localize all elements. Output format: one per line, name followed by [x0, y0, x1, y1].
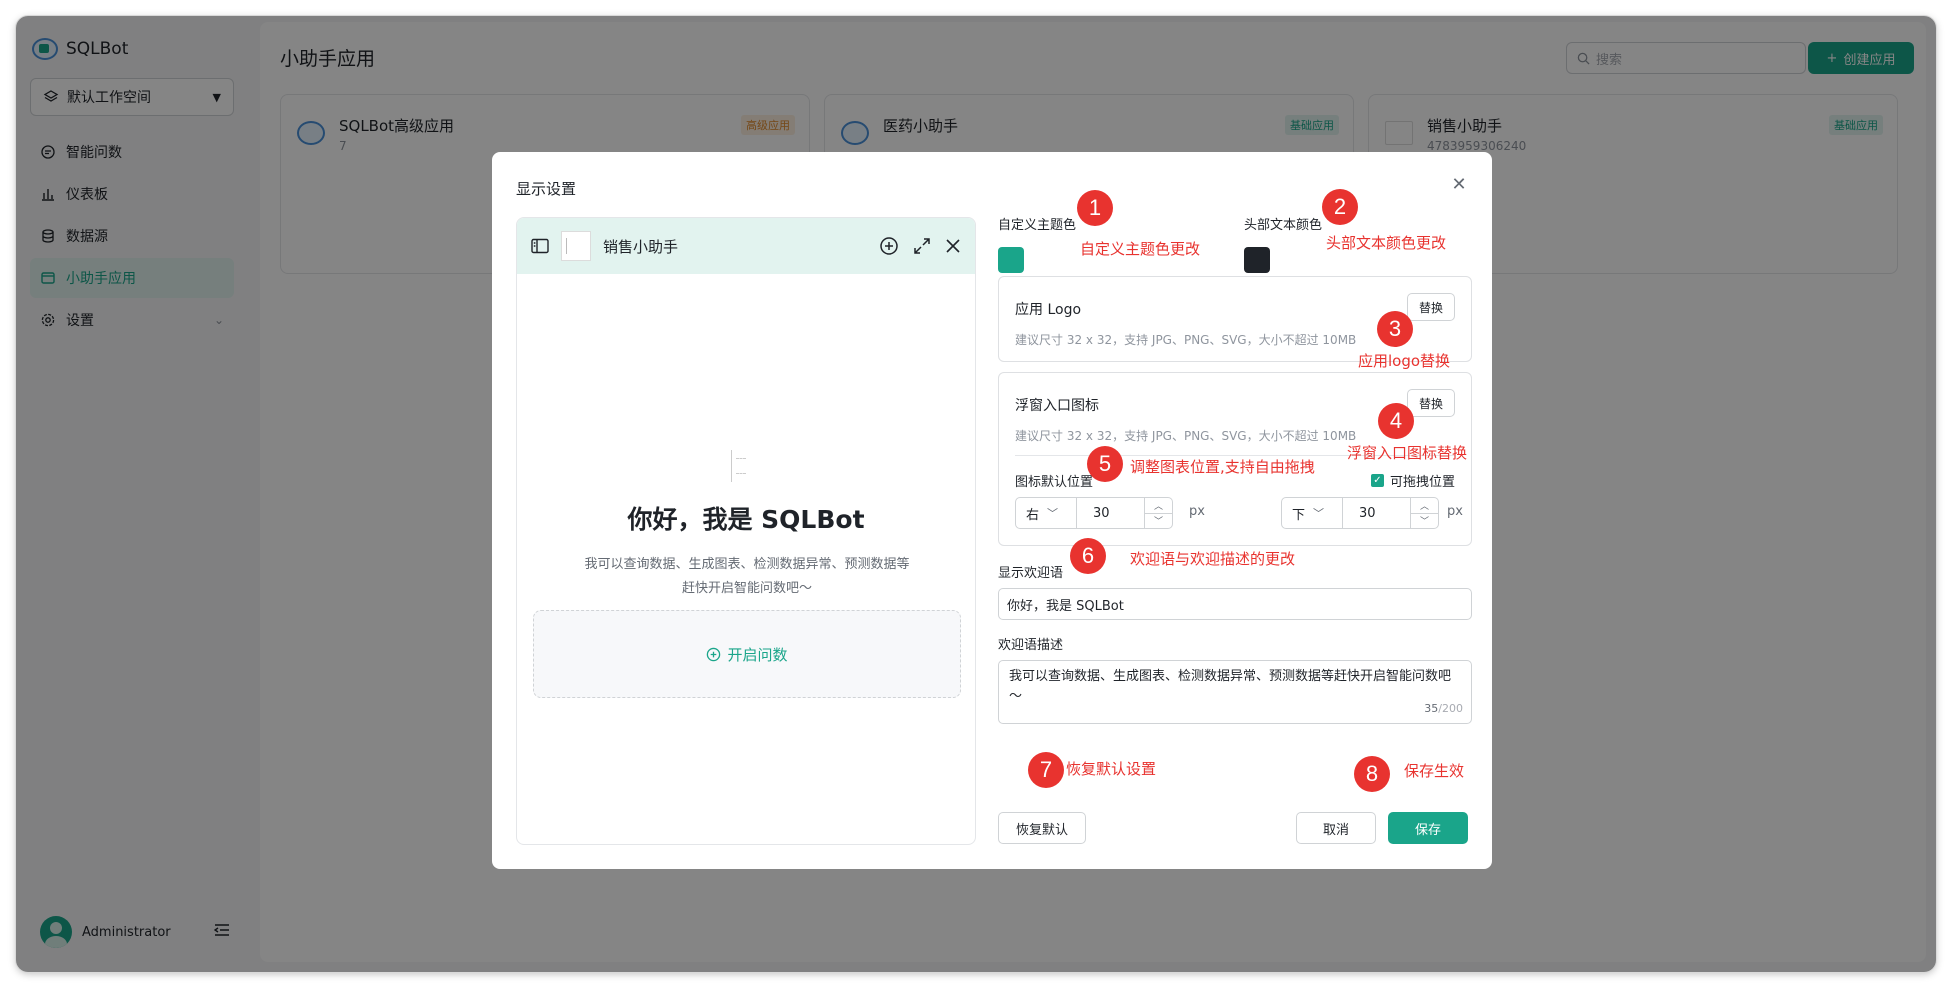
theme-color-group: 自定义主题色	[998, 214, 1076, 273]
float-icon-title: 浮窗入口图标	[1015, 398, 1099, 414]
start-chat-button[interactable]: 开启问数	[533, 610, 961, 698]
draggable-checkbox[interactable]: ✓ 可拖拽位置	[1370, 471, 1455, 490]
theme-color-label: 自定义主题色	[998, 218, 1077, 233]
annotation-badge: 4	[1378, 403, 1414, 439]
horizontal-offset-value: 30	[1093, 505, 1110, 521]
plus-circle-icon	[707, 647, 721, 661]
reset-default-button[interactable]: 恢复默认	[998, 812, 1086, 844]
preview-welcome-logo	[731, 450, 757, 482]
replace-float-icon-button[interactable]: 替换	[1407, 389, 1455, 417]
char-max: /200	[1438, 702, 1463, 715]
px-unit: px	[1447, 504, 1463, 519]
preview-desc-line: 赶快开启智能问数吧～	[681, 581, 812, 596]
preview-title: 销售小助手	[603, 237, 679, 256]
replace-logo-button[interactable]: 替换	[1407, 293, 1455, 321]
annotation-badge: 8	[1354, 756, 1390, 792]
px-unit: px	[1189, 504, 1205, 519]
preview-desc-line: 我可以查询数据、生成图表、检测数据异常、预测数据等	[584, 557, 910, 572]
annotation-text: 自定义主题色更改	[1080, 240, 1201, 258]
horizontal-side-select[interactable]: 右 ﹀	[1015, 497, 1077, 529]
stepper: ︿ ﹀	[1410, 498, 1438, 528]
app-logo-title: 应用 Logo	[1015, 302, 1082, 318]
header-text-color-group: 头部文本颜色	[1244, 214, 1322, 273]
vertical-offset-value: 30	[1359, 505, 1376, 521]
close-icon[interactable]	[945, 238, 961, 254]
increment-icon[interactable]: ︿	[1145, 498, 1172, 514]
annotation-badge: 1	[1077, 190, 1113, 226]
character-counter: 35/200	[1424, 699, 1463, 719]
increment-icon[interactable]: ︿	[1411, 498, 1438, 514]
sidebar-toggle-icon[interactable]	[531, 238, 549, 254]
position-label: 图标默认位置	[1015, 475, 1094, 490]
app-logo-hint: 建议尺寸 32 x 32，支持 JPG、PNG、SVG，大小不超过 10MB	[1015, 333, 1357, 347]
preview-actions	[879, 236, 961, 256]
welcome-input-value: 你好，我是 SQLBot	[1007, 598, 1124, 614]
annotation-text: 应用logo替换	[1358, 352, 1451, 370]
decrement-icon[interactable]: ﹀	[1411, 514, 1438, 529]
close-icon[interactable]: ✕	[1450, 176, 1468, 194]
annotation-badge: 3	[1377, 311, 1413, 347]
welcome-input[interactable]: 你好，我是 SQLBot	[998, 588, 1472, 620]
theme-color-picker[interactable]	[998, 247, 1024, 273]
annotation-badge: 5	[1087, 446, 1123, 482]
expand-icon[interactable]	[913, 237, 931, 255]
annotation-text: 恢复默认设置	[1066, 760, 1157, 778]
chevron-down-icon: ﹀	[1313, 507, 1325, 520]
app-window: SQLBot 默认工作空间 ▼ 智能问数 仪表板 数据源 小助手应用 设置 ⌄ …	[16, 16, 1936, 972]
display-settings-dialog: 显示设置 ✕ 销售小助手 你好，我是 SQLBot 我可以查询数据、生成图表、检…	[492, 152, 1492, 869]
welcome-label: 显示欢迎语	[998, 566, 1064, 581]
description-textarea[interactable]: 我可以查询数据、生成图表、检测数据异常、预测数据等赶快开启智能问数吧～ 35/2…	[998, 660, 1472, 724]
preview-welcome: 你好，我是 SQLBot	[627, 505, 865, 534]
dialog-title: 显示设置	[516, 180, 577, 198]
annotation-text: 保存生效	[1404, 762, 1465, 780]
horizontal-offset-input[interactable]: 30 ︿ ﹀	[1077, 497, 1173, 529]
annotation-text: 浮窗入口图标替换	[1347, 444, 1468, 462]
decrement-icon[interactable]: ﹀	[1145, 514, 1172, 529]
header-text-color-label: 头部文本颜色	[1244, 218, 1323, 233]
vertical-offset-input[interactable]: 30 ︿ ﹀	[1343, 497, 1439, 529]
cancel-button[interactable]: 取消	[1296, 812, 1376, 844]
preview-logo	[561, 231, 591, 261]
vertical-side-select[interactable]: 下 ﹀	[1281, 497, 1343, 529]
annotation-badge: 6	[1070, 538, 1106, 574]
vertical-side-value: 下	[1292, 507, 1306, 523]
new-chat-icon[interactable]	[879, 236, 899, 256]
start-chat-label: 开启问数	[727, 645, 788, 664]
annotation-badge: 2	[1322, 189, 1358, 225]
horizontal-side-value: 右	[1026, 507, 1040, 523]
annotation-badge: 7	[1028, 752, 1064, 788]
annotation-text: 欢迎语与欢迎描述的更改	[1130, 550, 1296, 568]
check-icon: ✓	[1370, 474, 1384, 487]
description-value: 我可以查询数据、生成图表、检测数据异常、预测数据等赶快开启智能问数吧～	[1009, 669, 1452, 704]
annotation-text: 调整图表位置,支持自由拖拽	[1130, 458, 1315, 476]
draggable-label: 可拖拽位置	[1389, 475, 1455, 490]
char-count: 35	[1424, 702, 1439, 715]
preview-header: 销售小助手	[517, 218, 975, 274]
preview-description: 我可以查询数据、生成图表、检测数据异常、预测数据等 赶快开启智能问数吧～	[557, 553, 937, 601]
assistant-preview: 销售小助手 你好，我是 SQLBot 我可以查询数据、生成图表、检测数据异常、预…	[516, 217, 976, 845]
stepper: ︿ ﹀	[1144, 498, 1172, 528]
description-label: 欢迎语描述	[998, 638, 1064, 653]
header-text-color-picker[interactable]	[1244, 247, 1270, 273]
chevron-down-icon: ﹀	[1047, 507, 1059, 520]
annotation-text: 头部文本颜色更改	[1326, 234, 1447, 252]
float-icon-hint: 建议尺寸 32 x 32，支持 JPG、PNG、SVG，大小不超过 10MB	[1015, 429, 1357, 443]
save-button[interactable]: 保存	[1388, 812, 1468, 844]
